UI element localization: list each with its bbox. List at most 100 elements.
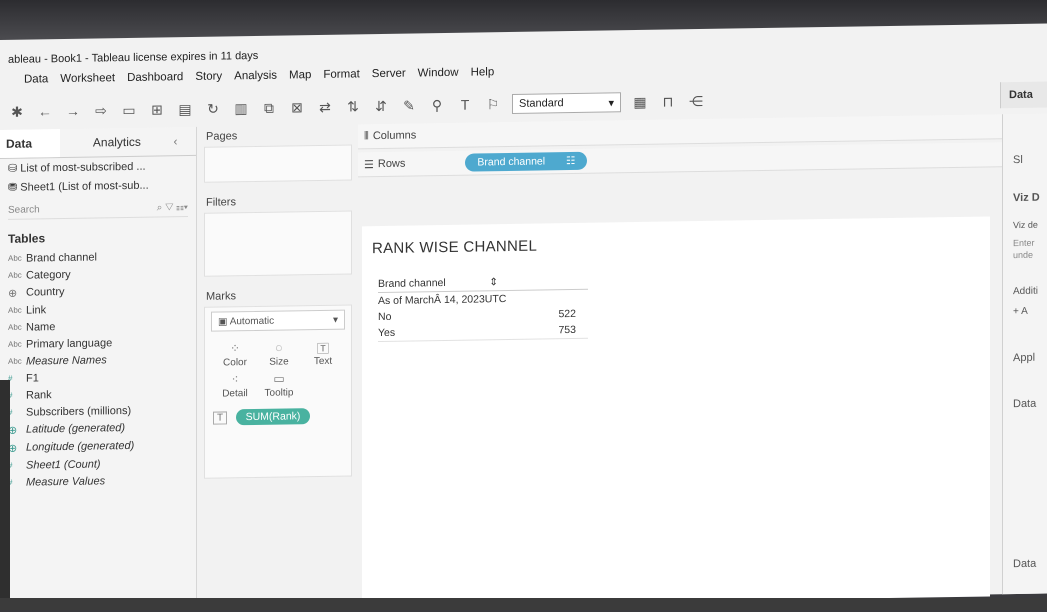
search-input[interactable]: Search bbox=[8, 204, 40, 215]
clear-sheet-icon[interactable]: ⊠ bbox=[288, 97, 306, 117]
rows-label: Rows bbox=[377, 157, 406, 171]
menu-window[interactable]: Window bbox=[418, 67, 459, 80]
pane-item: Data bbox=[1013, 397, 1037, 411]
size-button[interactable]: ◌ Size bbox=[257, 340, 301, 368]
tableau-logo-icon[interactable]: ✱ bbox=[8, 102, 26, 122]
sum-rank-pill[interactable]: SUM(Rank) bbox=[235, 408, 311, 426]
rows-icon: ☰ bbox=[364, 158, 374, 171]
pause-updates-icon[interactable]: ▤ bbox=[176, 99, 194, 119]
view-options-icon[interactable]: ☷▾ bbox=[176, 202, 188, 213]
mark-type-icon: ▣ bbox=[218, 315, 230, 328]
string-type-icon: Abc bbox=[8, 322, 22, 332]
text-table: Brand channel ⇕ As of MarchÂ 14, 2023UTC… bbox=[378, 272, 588, 343]
detail-icon: ⁖ bbox=[231, 372, 239, 387]
datasource-item[interactable]: ⛃ Sheet1 (List of most-sub... bbox=[0, 175, 196, 197]
tooltip-icon: ▭ bbox=[273, 371, 285, 386]
monitor-bezel-left bbox=[0, 380, 10, 610]
menu-worksheet[interactable]: Worksheet bbox=[60, 72, 115, 85]
back-icon[interactable]: ← bbox=[36, 101, 54, 121]
fit-dropdown[interactable]: Standard ▾ bbox=[512, 92, 621, 114]
monitor-bezel-bottom bbox=[0, 598, 1047, 610]
pane-item[interactable]: + A bbox=[1013, 306, 1028, 317]
dashboard-pane: Sl Viz D Viz de Enter unde Additi + A Ap… bbox=[1002, 113, 1047, 595]
number-type-icon: # bbox=[8, 477, 13, 487]
string-type-icon: Abc bbox=[8, 253, 22, 263]
string-type-icon: Abc bbox=[8, 356, 22, 366]
new-worksheet-icon[interactable]: ▥ bbox=[232, 98, 250, 118]
tables-heading: Tables bbox=[8, 231, 46, 246]
field-search[interactable]: Search ⌕ ▽ ☷▾ bbox=[8, 202, 188, 220]
globe-icon: ⊕ bbox=[8, 442, 18, 455]
sheet-datasource-icon: ⛃ bbox=[8, 181, 21, 194]
menu-help[interactable]: Help bbox=[471, 66, 495, 78]
number-type-icon: # bbox=[8, 390, 13, 400]
pin-icon[interactable]: ⚐ bbox=[484, 94, 502, 114]
data-pane: Data Analytics ‹ ⛁ List of most-subscrib… bbox=[0, 126, 197, 610]
search-icon[interactable]: ⌕ bbox=[157, 202, 163, 213]
sort-icon[interactable]: ⇕ bbox=[489, 276, 498, 288]
new-datasource-icon[interactable]: ⊞ bbox=[148, 99, 166, 119]
tab-analytics[interactable]: Analytics bbox=[60, 127, 167, 157]
menu-analysis[interactable]: Analysis bbox=[234, 70, 277, 83]
menu-story[interactable]: Story bbox=[195, 71, 222, 83]
presentation-icon[interactable]: ⊓ bbox=[659, 91, 677, 111]
string-type-icon: Abc bbox=[8, 270, 22, 280]
worksheet-view: RANK WISE CHANNEL Brand channel ⇕ As of … bbox=[362, 216, 990, 607]
color-icon: ⁘ bbox=[229, 341, 241, 356]
pane-item: Appl bbox=[1013, 351, 1036, 365]
pages-shelf[interactable] bbox=[204, 144, 352, 183]
string-type-icon: Abc bbox=[8, 339, 22, 349]
mark-type-dropdown[interactable]: ▣ Automatic ▾ bbox=[211, 309, 345, 332]
sheet-title: RANK WISE CHANNEL bbox=[372, 237, 538, 258]
tooltip-button[interactable]: ▭ Tooltip bbox=[257, 371, 301, 399]
menu-format[interactable]: Format bbox=[323, 68, 359, 81]
filter-icon[interactable]: ▽ bbox=[165, 202, 173, 213]
redo-icon[interactable]: ⇨ bbox=[92, 100, 110, 120]
pane-item[interactable]: Sl bbox=[1013, 154, 1023, 166]
show-cards-icon[interactable]: ▦ bbox=[631, 92, 649, 112]
database-icon: ⛁ bbox=[8, 162, 21, 175]
text-encoding-row: T SUM(Rank) bbox=[205, 403, 351, 427]
menu-map[interactable]: Map bbox=[289, 69, 311, 81]
globe-icon: ⊕ bbox=[8, 424, 18, 437]
swap-icon[interactable]: ⇄ bbox=[316, 97, 334, 117]
chevron-down-icon: ▾ bbox=[608, 96, 614, 109]
field-measure-values[interactable]: # Measure Values bbox=[0, 471, 196, 491]
text-button[interactable]: 🅃 Text bbox=[301, 340, 345, 368]
share-icon[interactable]: ⋲ bbox=[687, 91, 705, 111]
pane-item: Viz D bbox=[1013, 191, 1040, 205]
chevron-down-icon: ▾ bbox=[332, 314, 338, 326]
menu-dashboard[interactable]: Dashboard bbox=[127, 71, 183, 84]
columns-icon: ⦀ bbox=[364, 129, 369, 142]
cards-area: Pages Filters Marks ▣ Automatic ▾ ⁘ Color… bbox=[200, 124, 356, 606]
menu-bar: Data Worksheet Dashboard Story Analysis … bbox=[24, 66, 494, 85]
menu-data[interactable]: Data bbox=[24, 73, 48, 85]
highlight-icon[interactable]: ✎ bbox=[400, 95, 418, 115]
sort-descending-icon[interactable]: ⇵ bbox=[372, 96, 390, 116]
window-title: ableau - Book1 - Tableau license expires… bbox=[8, 49, 259, 66]
collapse-icon[interactable]: ‹ bbox=[168, 127, 196, 155]
duplicate-sheet-icon[interactable]: ⧉ bbox=[260, 98, 278, 118]
menu-server[interactable]: Server bbox=[372, 68, 406, 81]
marks-card-title: Marks bbox=[206, 290, 236, 303]
table-row[interactable]: Yes 753 bbox=[378, 321, 588, 343]
filters-shelf[interactable] bbox=[204, 210, 352, 277]
pane-item: Additi bbox=[1013, 285, 1039, 298]
filters-card-title: Filters bbox=[206, 196, 236, 209]
refresh-icon[interactable]: ↻ bbox=[204, 99, 222, 119]
color-button[interactable]: ⁘ Color bbox=[213, 341, 257, 369]
fit-value: Standard bbox=[519, 97, 564, 110]
size-icon: ◌ bbox=[275, 340, 283, 355]
data-pane-tabs: Data Analytics ‹ bbox=[0, 126, 196, 159]
columns-label: Columns bbox=[372, 129, 417, 143]
detail-button[interactable]: ⁖ Detail bbox=[213, 372, 257, 400]
labels-icon[interactable]: T bbox=[456, 95, 474, 115]
forward-icon[interactable]: → bbox=[64, 101, 82, 121]
save-icon[interactable]: ▭ bbox=[120, 100, 138, 120]
brand-channel-pill[interactable]: Brand channel ☷ bbox=[465, 151, 588, 172]
group-icon[interactable]: ⚲ bbox=[428, 95, 446, 115]
pane-item[interactable]: Enter bbox=[1013, 238, 1035, 248]
tab-data[interactable]: Data bbox=[0, 129, 61, 158]
sort-ascending-icon[interactable]: ⇅ bbox=[344, 96, 362, 116]
right-data-tab[interactable]: Data bbox=[1000, 81, 1047, 109]
